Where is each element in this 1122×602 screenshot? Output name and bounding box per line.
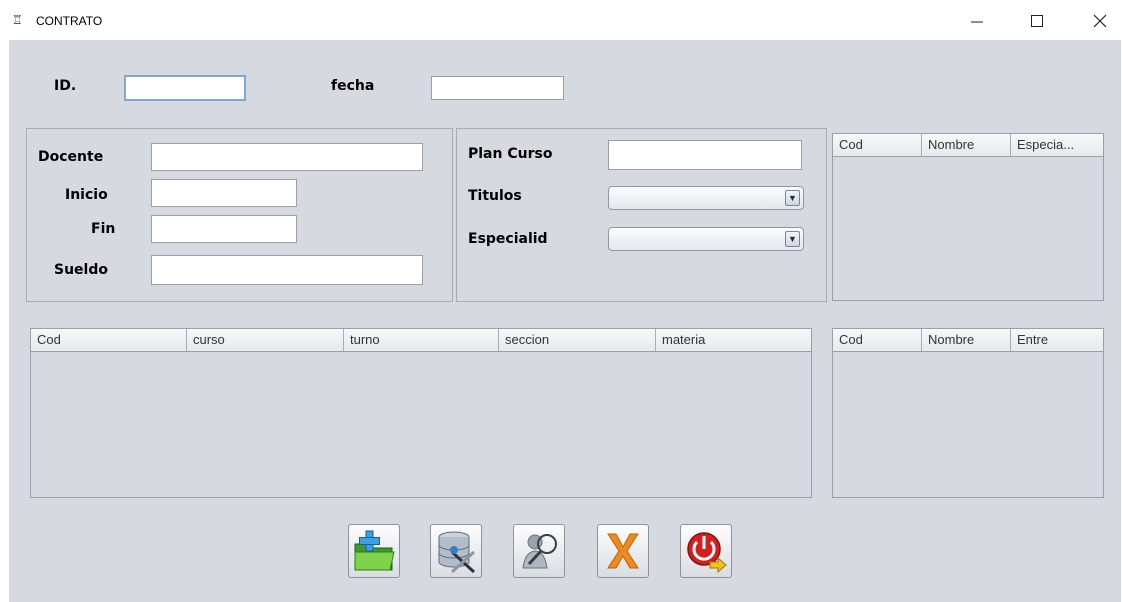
column-header[interactable]: Cod xyxy=(31,329,187,351)
id-input[interactable] xyxy=(124,75,246,101)
docente-input[interactable] xyxy=(151,143,423,171)
fin-label: Fin xyxy=(91,221,116,237)
fecha-input[interactable] xyxy=(431,76,564,100)
inicio-label: Inicio xyxy=(65,187,108,203)
search-user-button[interactable] xyxy=(513,524,565,578)
column-header[interactable]: curso xyxy=(187,329,344,351)
table-header: Cod Nombre Entre xyxy=(833,329,1103,352)
titulos-label: Titulos xyxy=(468,188,522,204)
database-tools-button[interactable] xyxy=(430,524,482,578)
exit-icon xyxy=(687,532,727,574)
title-bar: ♖ CONTRATO xyxy=(0,0,1122,40)
new-icon xyxy=(354,530,395,571)
exit-button[interactable] xyxy=(680,524,732,578)
window-content: ID. fecha Docente Inicio Fin Sueldo Plan… xyxy=(9,40,1121,602)
chevron-down-icon: ▼ xyxy=(785,231,800,247)
plan-curso-input[interactable] xyxy=(608,140,802,170)
table-header: Cod Nombre Especia... xyxy=(833,134,1103,157)
column-header[interactable]: Nombre xyxy=(922,134,1011,156)
column-header[interactable]: materia xyxy=(656,329,811,351)
sueldo-input[interactable] xyxy=(151,255,423,285)
minimize-button[interactable] xyxy=(957,6,997,36)
cursos-table[interactable]: Cod curso turno seccion materia xyxy=(30,328,812,498)
titulos-table[interactable]: Cod Nombre Entre xyxy=(832,328,1104,498)
close-button[interactable] xyxy=(1080,6,1120,36)
column-header[interactable]: turno xyxy=(344,329,499,351)
sueldo-label: Sueldo xyxy=(54,262,108,278)
especialid-label: Especialid xyxy=(468,231,548,247)
window-title: CONTRATO xyxy=(36,14,103,28)
chevron-down-icon: ▼ xyxy=(785,190,800,206)
fecha-label: fecha xyxy=(331,78,375,94)
delete-icon xyxy=(607,533,639,569)
column-header[interactable]: Cod xyxy=(833,329,922,351)
delete-button[interactable] xyxy=(597,524,649,578)
fin-input[interactable] xyxy=(151,215,297,243)
id-label: ID. xyxy=(54,78,77,94)
titulos-dropdown[interactable]: ▼ xyxy=(608,186,804,210)
plan-curso-label: Plan Curso xyxy=(468,146,553,162)
table-header: Cod curso turno seccion materia xyxy=(31,329,811,352)
docente-label: Docente xyxy=(38,149,104,165)
column-header[interactable]: Nombre xyxy=(922,329,1011,351)
column-header[interactable]: Entre xyxy=(1011,329,1103,351)
java-icon: ♖ xyxy=(12,13,23,27)
search-user-icon xyxy=(522,534,557,569)
especialid-dropdown[interactable]: ▼ xyxy=(608,227,804,251)
column-header[interactable]: Cod xyxy=(833,134,922,156)
maximize-button[interactable] xyxy=(1017,6,1057,36)
docentes-table[interactable]: Cod Nombre Especia... xyxy=(832,133,1104,301)
column-header[interactable]: Especia... xyxy=(1011,134,1103,156)
column-header[interactable]: seccion xyxy=(499,329,656,351)
new-button[interactable] xyxy=(348,524,400,578)
database-tools-icon xyxy=(438,531,476,574)
inicio-input[interactable] xyxy=(151,179,297,207)
